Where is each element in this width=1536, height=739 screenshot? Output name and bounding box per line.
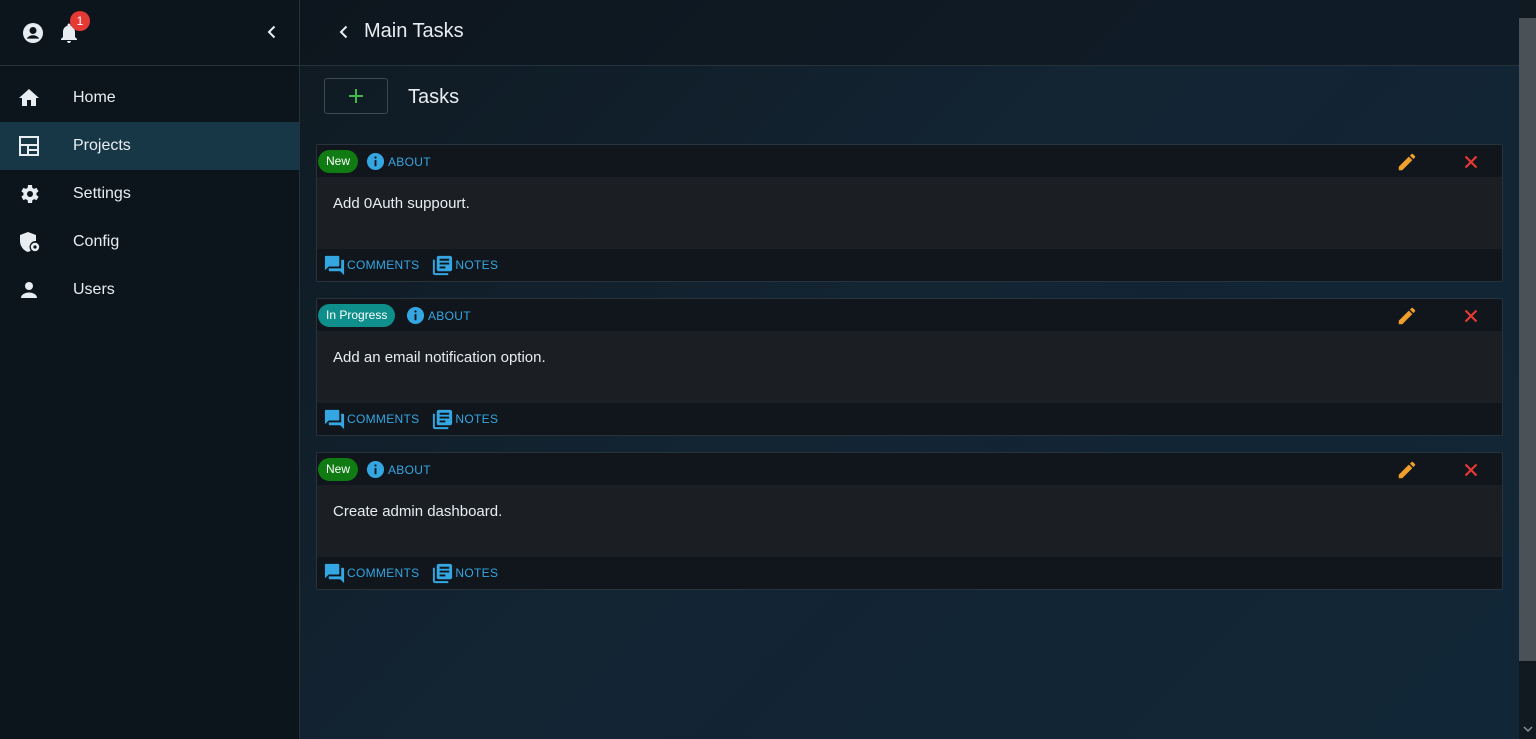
notes-icon: [433, 409, 453, 429]
task-card-footer: COMMENTS NOTES: [317, 249, 1502, 281]
add-task-button[interactable]: [324, 78, 388, 114]
comments-icon: [324, 563, 345, 583]
about-label: ABOUT: [388, 154, 431, 169]
task-card: New ABOUT Create admin dashboard. COMMEN…: [316, 452, 1503, 590]
task-description: Add an email notification option.: [317, 331, 1502, 403]
notes-icon: [433, 255, 453, 275]
plus-icon: [349, 89, 363, 103]
sidebar-item-settings[interactable]: Settings: [0, 170, 299, 218]
back-arrow-icon[interactable]: [334, 22, 354, 42]
sidebar-item-projects[interactable]: Projects: [0, 122, 299, 170]
notes-label: NOTES: [455, 566, 499, 580]
sidebar-item-users[interactable]: Users: [0, 266, 299, 314]
person-icon: [17, 278, 41, 302]
collapse-sidebar-icon[interactable]: [262, 22, 282, 42]
sidebar-item-label: Users: [73, 281, 115, 298]
edit-icon[interactable]: [1396, 459, 1418, 481]
task-card-footer: COMMENTS NOTES: [317, 557, 1502, 589]
sidebar-nav: Home Projects Settings Config Users: [0, 74, 299, 314]
sidebar-header: 1: [0, 0, 299, 66]
account-icon[interactable]: [21, 21, 45, 45]
projects-icon: [17, 134, 41, 158]
shield-config-icon: [17, 230, 41, 254]
notification-badge: 1: [70, 11, 90, 31]
section-title: Tasks: [408, 86, 460, 108]
comments-link[interactable]: COMMENTS: [323, 254, 419, 277]
status-badge: New: [318, 458, 359, 481]
sidebar-item-home[interactable]: Home: [0, 74, 299, 122]
about-label: ABOUT: [388, 462, 431, 477]
scrollbar-thumb[interactable]: [1519, 18, 1536, 661]
sidebar-item-config[interactable]: Config: [0, 218, 299, 266]
close-icon[interactable]: [1460, 151, 1482, 173]
comments-link[interactable]: COMMENTS: [323, 562, 419, 585]
info-icon: [366, 152, 385, 171]
comments-link[interactable]: COMMENTS: [323, 408, 419, 431]
notes-icon: [433, 563, 453, 583]
comments-label: COMMENTS: [347, 566, 420, 580]
task-card: New ABOUT Add 0Auth suppourt. COMMENTS N…: [316, 144, 1503, 282]
sidebar-item-label: Config: [73, 233, 120, 250]
home-icon: [17, 86, 41, 110]
notes-label: NOTES: [455, 258, 499, 272]
app-window: 1 Home Projects Settings Config Users Ma…: [0, 0, 1536, 739]
task-card-footer: COMMENTS NOTES: [317, 403, 1502, 435]
task-description: Add 0Auth suppourt.: [317, 177, 1502, 249]
info-icon: [406, 306, 425, 325]
comments-label: COMMENTS: [347, 258, 420, 272]
main-content: Main Tasks Tasks New ABOUT Add 0Auth sup…: [300, 0, 1519, 739]
sidebar-item-label: Projects: [73, 137, 131, 154]
notes-label: NOTES: [455, 412, 499, 426]
comments-icon: [324, 409, 345, 429]
gear-icon: [17, 182, 41, 206]
task-list: New ABOUT Add 0Auth suppourt. COMMENTS N…: [316, 144, 1503, 606]
sidebar-item-label: Home: [73, 89, 116, 106]
task-card: In Progress ABOUT Add an email notificat…: [316, 298, 1503, 436]
task-card-header: In Progress ABOUT: [317, 299, 1502, 331]
tasks-toolbar: Tasks: [300, 66, 1519, 130]
status-badge: New: [318, 150, 359, 173]
sidebar-item-label: Settings: [73, 185, 131, 202]
scroll-down-arrow-icon[interactable]: [1523, 721, 1533, 733]
edit-icon[interactable]: [1396, 151, 1418, 173]
info-icon: [366, 460, 385, 479]
comments-icon: [324, 255, 345, 275]
about-link[interactable]: ABOUT: [366, 460, 431, 479]
notifications-button[interactable]: 1: [57, 11, 90, 45]
edit-icon[interactable]: [1396, 305, 1418, 327]
notes-link[interactable]: NOTES: [431, 254, 498, 277]
comments-label: COMMENTS: [347, 412, 420, 426]
task-card-header: New ABOUT: [317, 145, 1502, 177]
about-label: ABOUT: [428, 308, 471, 323]
sidebar: 1 Home Projects Settings Config Users: [0, 0, 300, 739]
task-description: Create admin dashboard.: [317, 485, 1502, 557]
page-title: Main Tasks: [364, 20, 464, 42]
task-card-header: New ABOUT: [317, 453, 1502, 485]
close-icon[interactable]: [1460, 305, 1482, 327]
about-link[interactable]: ABOUT: [406, 306, 471, 325]
page-header: Main Tasks: [300, 0, 1519, 66]
close-icon[interactable]: [1460, 459, 1482, 481]
notes-link[interactable]: NOTES: [431, 408, 498, 431]
about-link[interactable]: ABOUT: [366, 152, 431, 171]
status-badge: In Progress: [318, 304, 396, 327]
vertical-scrollbar[interactable]: [1519, 0, 1536, 739]
notes-link[interactable]: NOTES: [431, 562, 498, 585]
